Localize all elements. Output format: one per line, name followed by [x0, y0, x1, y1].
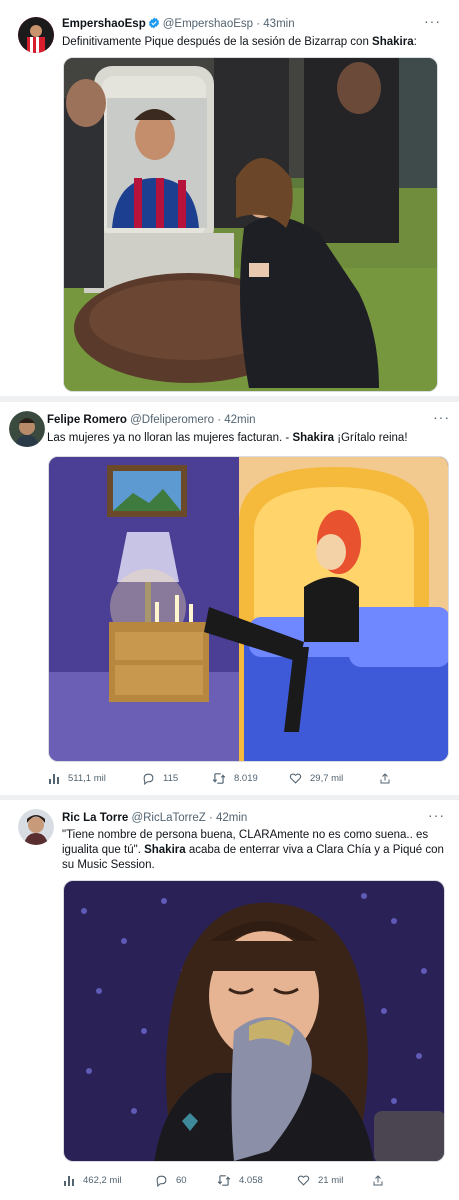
tweet-3[interactable]: Ric La Torre @RicLaTorreZ · 42min ··· "T…	[0, 800, 459, 1200]
avatar[interactable]	[18, 17, 54, 53]
share-icon	[373, 1174, 383, 1185]
avatar-image	[18, 809, 54, 845]
tweet-separator	[0, 396, 459, 402]
author-name[interactable]: Ric La Torre	[62, 812, 128, 824]
tweet-image[interactable]	[48, 456, 449, 762]
cartoon-bedroom-image	[49, 457, 448, 761]
tweet-image[interactable]	[63, 880, 445, 1162]
author-name[interactable]: EmpershaoEsp	[62, 18, 146, 30]
views-button[interactable]: 462,2 mil	[63, 1174, 155, 1186]
tweet-actions: 511,1 mil 115 8.019 29,7 mil	[48, 770, 409, 786]
share-button[interactable]	[379, 772, 391, 785]
avatar-image	[9, 411, 45, 447]
author-name[interactable]: Felipe Romero	[47, 414, 127, 426]
tweet-header: Ric La Torre @RicLaTorreZ · 42min	[62, 812, 248, 824]
tweet-text: Las mujeres ya no lloran las mujeres fac…	[47, 432, 408, 444]
retweet-button[interactable]: 8.019	[212, 772, 289, 785]
grave-meme-image	[64, 58, 437, 391]
like-button[interactable]: 29,7 mil	[289, 772, 379, 784]
verified-badge-icon	[148, 17, 159, 29]
author-handle[interactable]: @EmpershaoEsp	[163, 18, 253, 30]
tweet-text: "Tiene nombre de persona buena, CLARAmen…	[62, 829, 444, 871]
retweet-icon	[212, 772, 226, 784]
reply-icon	[156, 1175, 167, 1187]
more-options-icon[interactable]: ···	[433, 409, 450, 425]
tweet-header: Felipe Romero @Dfeliperomero · 42min	[47, 414, 256, 426]
author-handle[interactable]: @Dfeliperomero	[130, 414, 214, 426]
avatar[interactable]	[18, 809, 54, 845]
tweet-header: EmpershaoEsp @EmpershaoEsp · 43min	[62, 17, 295, 30]
like-button[interactable]: 21 mil	[297, 1174, 372, 1186]
share-button[interactable]	[372, 1174, 384, 1187]
reply-button[interactable]: 115	[142, 772, 212, 785]
reply-button[interactable]: 60	[155, 1174, 217, 1187]
retweet-icon	[217, 1174, 231, 1186]
heart-icon	[289, 773, 302, 784]
more-options-icon[interactable]: ···	[428, 807, 445, 823]
retweet-button[interactable]: 4.058	[217, 1174, 297, 1187]
laughing-woman-image	[64, 881, 444, 1161]
views-chart-icon	[49, 774, 59, 784]
timestamp[interactable]: 42min	[216, 812, 247, 824]
avatar-image	[18, 17, 54, 53]
share-icon	[380, 772, 390, 783]
author-handle[interactable]: @RicLaTorreZ	[131, 812, 205, 824]
reply-icon	[143, 773, 154, 785]
timestamp[interactable]: 42min	[224, 414, 255, 426]
tweet-actions: 462,2 mil 60 4.058 21 mil	[63, 1172, 399, 1188]
views-button[interactable]: 511,1 mil	[48, 772, 142, 784]
more-options-icon[interactable]: ···	[424, 13, 441, 29]
tweet-image[interactable]	[63, 57, 438, 392]
timestamp[interactable]: 43min	[263, 18, 294, 30]
tweet-text: Definitivamente Pique después de la sesi…	[62, 36, 417, 48]
heart-icon	[297, 1175, 310, 1186]
tweet-2[interactable]: Felipe Romero @Dfeliperomero · 42min ···…	[0, 403, 459, 795]
tweet-1[interactable]: EmpershaoEsp @EmpershaoEsp · 43min ··· De…	[0, 0, 459, 396]
avatar[interactable]	[9, 411, 45, 447]
views-chart-icon	[64, 1176, 74, 1186]
